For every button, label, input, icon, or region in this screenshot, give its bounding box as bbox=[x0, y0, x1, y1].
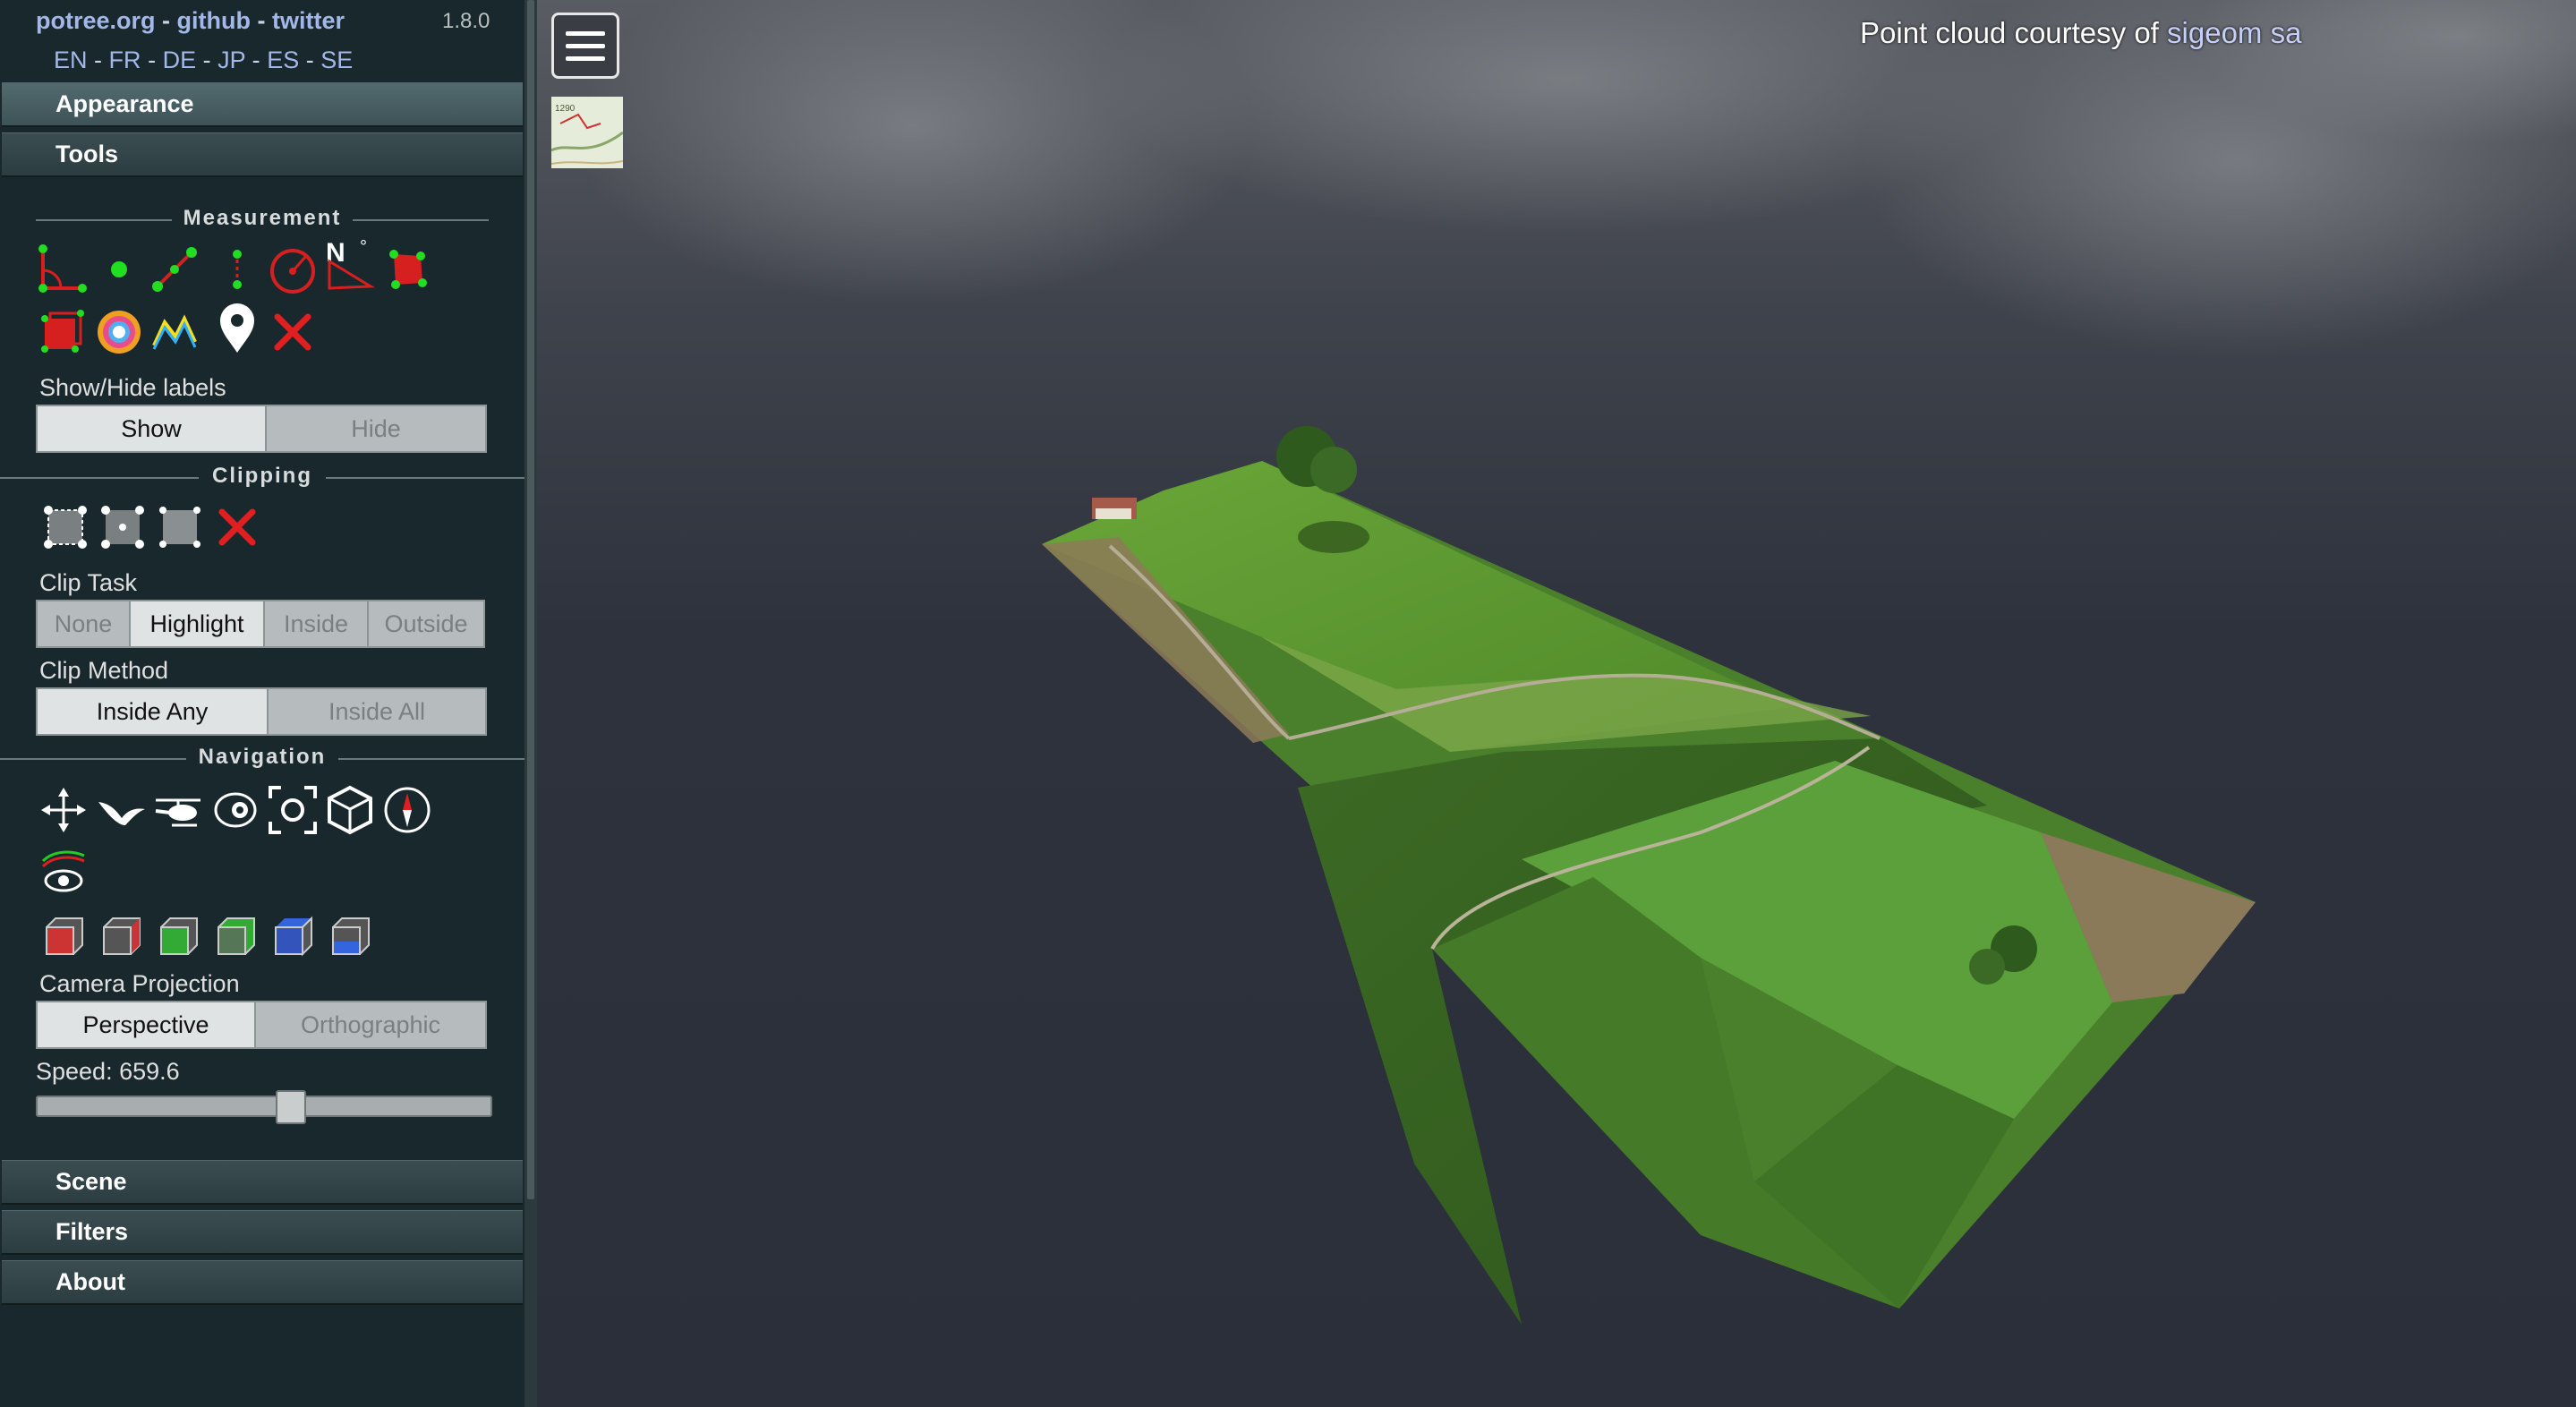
distance-icon[interactable] bbox=[149, 243, 200, 295]
menu-bar bbox=[566, 56, 605, 61]
circle-icon[interactable] bbox=[267, 243, 319, 295]
point-cloud-viewport[interactable]: Point cloud courtesy of sigeom sa bbox=[537, 0, 2576, 1407]
menu-bar bbox=[566, 31, 605, 36]
clip-task-highlight-button[interactable]: Highlight bbox=[131, 600, 265, 648]
header-links: potree.org - github - twitter bbox=[36, 7, 345, 35]
clip-task-caption: Clip Task bbox=[39, 569, 138, 596]
point-cloud-credit: Point cloud courtesy of sigeom sa bbox=[1860, 16, 2301, 50]
camera-animation-icon[interactable] bbox=[38, 845, 90, 897]
compass-icon[interactable] bbox=[381, 784, 433, 836]
earth-controls-icon[interactable] bbox=[38, 784, 90, 836]
speed-label: Speed: 659.6 bbox=[36, 1058, 180, 1085]
scene-render bbox=[537, 0, 2576, 1407]
lang-separator: - bbox=[148, 47, 157, 73]
profile-icon[interactable] bbox=[149, 306, 200, 358]
helicopter-controls-icon[interactable] bbox=[152, 784, 204, 836]
angle-icon[interactable] bbox=[36, 243, 88, 295]
remove-clipping-icon[interactable] bbox=[211, 501, 263, 553]
area-icon[interactable] bbox=[381, 243, 433, 295]
lang-fr[interactable]: FR bbox=[109, 47, 141, 73]
link-potree[interactable]: potree.org bbox=[36, 7, 156, 34]
link-github[interactable]: github bbox=[177, 7, 251, 34]
camera-projection-group: Perspective Orthographic bbox=[36, 1001, 487, 1049]
credit-link[interactable]: sigeom sa bbox=[2167, 16, 2301, 49]
projection-orthographic-button[interactable]: Orthographic bbox=[256, 1001, 487, 1049]
svg-text:°: ° bbox=[360, 238, 367, 257]
bottom-view-icon[interactable] bbox=[324, 911, 376, 963]
measurement-section-title: Measurement bbox=[0, 206, 525, 233]
version-label: 1.8.0 bbox=[442, 9, 490, 33]
labels-hide-button[interactable]: Hide bbox=[267, 405, 487, 453]
link-separator: - bbox=[257, 7, 266, 34]
speed-slider-track[interactable] bbox=[36, 1096, 492, 1117]
speed-slider-thumb[interactable] bbox=[276, 1090, 307, 1124]
svg-text:1290: 1290 bbox=[555, 104, 576, 114]
top-view-icon[interactable] bbox=[267, 911, 319, 963]
lang-es[interactable]: ES bbox=[267, 47, 299, 73]
lang-separator: - bbox=[252, 47, 260, 73]
azimuth-icon[interactable]: N ° bbox=[324, 238, 376, 290]
height-icon[interactable] bbox=[211, 243, 263, 295]
clip-method-inside-all-button[interactable]: Inside All bbox=[269, 687, 487, 736]
navigation-section-title: Navigation bbox=[0, 745, 525, 772]
sidebar: potree.org - github - twitter 1.8.0 EN -… bbox=[0, 0, 525, 1407]
lang-se[interactable]: SE bbox=[320, 47, 353, 73]
sidebar-scrollbar-thumb[interactable] bbox=[527, 0, 534, 1199]
right-view-icon[interactable] bbox=[95, 911, 147, 963]
lang-separator: - bbox=[94, 47, 103, 73]
clip-volume-icon[interactable] bbox=[39, 501, 91, 553]
accordion-tools[interactable]: Tools bbox=[2, 132, 523, 177]
remove-measurements-icon[interactable] bbox=[267, 306, 319, 358]
clip-task-outside-button[interactable]: Outside bbox=[369, 600, 485, 648]
lang-jp[interactable]: JP bbox=[218, 47, 245, 73]
map-thumbnail-icon[interactable]: 1290 bbox=[551, 97, 623, 168]
projection-perspective-button[interactable]: Perspective bbox=[36, 1001, 256, 1049]
sphere-volume-icon[interactable] bbox=[93, 306, 145, 358]
focus-icon[interactable] bbox=[267, 784, 319, 836]
lang-en[interactable]: EN bbox=[54, 47, 88, 73]
clip-method-caption: Clip Method bbox=[39, 657, 169, 684]
clip-task-inside-button[interactable]: Inside bbox=[265, 600, 369, 648]
labels-show-button[interactable]: Show bbox=[36, 405, 267, 453]
lang-separator: - bbox=[202, 47, 211, 73]
accordion-scene[interactable]: Scene bbox=[2, 1160, 523, 1205]
sidebar-scrollbar[interactable] bbox=[525, 0, 537, 1407]
accordion-about[interactable]: About bbox=[2, 1260, 523, 1305]
link-separator: - bbox=[162, 7, 171, 34]
front-view-icon[interactable] bbox=[152, 911, 204, 963]
back-view-icon[interactable] bbox=[209, 911, 261, 963]
accordion-appearance[interactable]: Appearance bbox=[2, 82, 523, 127]
lang-separator: - bbox=[305, 47, 314, 73]
clip-task-group: None Highlight Inside Outside bbox=[36, 600, 485, 648]
clip-polygon-icon[interactable] bbox=[97, 501, 149, 553]
navigation-cube-icon[interactable] bbox=[324, 784, 376, 836]
labels-caption: Show/Hide labels bbox=[39, 374, 226, 401]
fps-controls-icon[interactable] bbox=[95, 784, 147, 836]
orbit-controls-icon[interactable] bbox=[209, 784, 261, 836]
lang-de[interactable]: DE bbox=[163, 47, 197, 73]
hamburger-menu-icon[interactable] bbox=[551, 13, 619, 79]
language-links: EN - FR - DE - JP - ES - SE bbox=[54, 47, 353, 74]
clip-task-none-button[interactable]: None bbox=[36, 600, 131, 648]
clip-method-inside-any-button[interactable]: Inside Any bbox=[36, 687, 269, 736]
annotation-icon[interactable] bbox=[211, 303, 263, 354]
clip-method-group: Inside Any Inside All bbox=[36, 687, 487, 736]
accordion-filters[interactable]: Filters bbox=[2, 1210, 523, 1255]
clip-screen-box-icon[interactable] bbox=[154, 501, 206, 553]
point-icon[interactable] bbox=[93, 243, 145, 295]
labels-toggle-group: Show Hide bbox=[36, 405, 487, 453]
camera-projection-caption: Camera Projection bbox=[39, 970, 240, 997]
link-twitter[interactable]: twitter bbox=[272, 7, 345, 34]
menu-bar bbox=[566, 44, 605, 48]
volume-icon[interactable] bbox=[36, 306, 88, 358]
clipping-section-title: Clipping bbox=[0, 464, 525, 490]
credit-prefix: Point cloud courtesy of bbox=[1860, 16, 2159, 49]
left-view-icon[interactable] bbox=[38, 911, 90, 963]
